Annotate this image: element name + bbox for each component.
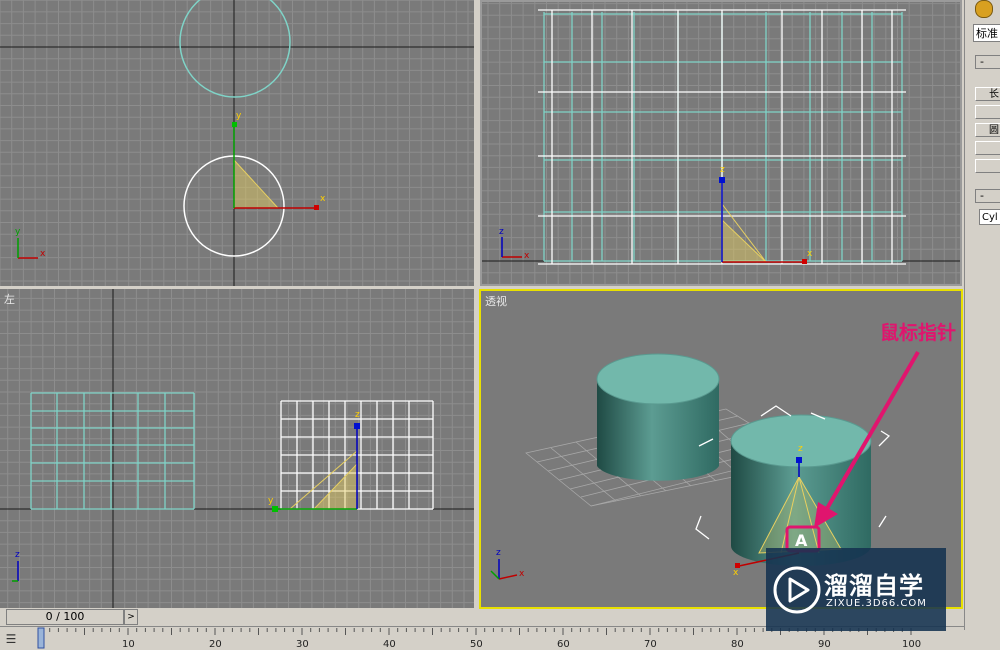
- trackbar-tick-label: 30: [296, 639, 309, 650]
- annotation-label: 鼠标指针: [880, 322, 957, 344]
- command-panel: 标准 - 长 圆 - Cyl: [964, 0, 1000, 630]
- watermark-title: 溜溜自学: [824, 572, 924, 600]
- object-type-dropdown[interactable]: 标准: [973, 24, 1000, 42]
- time-slider[interactable]: 0 / 100 >: [0, 608, 138, 626]
- primitive-button-5[interactable]: [975, 159, 1000, 173]
- sphere-icon[interactable]: [975, 0, 993, 18]
- watermark-logo-icon: [773, 566, 821, 614]
- time-slider-value[interactable]: 0 / 100: [6, 609, 124, 625]
- object-name-field[interactable]: Cyl: [979, 209, 1000, 225]
- trackbar-tick-label: 90: [818, 639, 831, 650]
- time-marker: [37, 627, 45, 649]
- primitive-button-4[interactable]: [975, 141, 1000, 155]
- rollout-toggle-name-color[interactable]: -: [975, 189, 1000, 203]
- trackbar-tick-label: 50: [470, 639, 483, 650]
- primitive-button-3[interactable]: 圆: [975, 123, 1000, 137]
- watermark: 溜溜自学 ZIXUE.3D66.COM: [766, 548, 946, 631]
- trackbar-tick-label: 100: [902, 639, 921, 650]
- primitive-button-2[interactable]: [975, 105, 1000, 119]
- time-slider-next-button[interactable]: >: [124, 609, 138, 625]
- trackbar-tick-label: 80: [731, 639, 744, 650]
- rollout-toggle-object-type[interactable]: -: [975, 55, 1000, 69]
- primitive-button-1[interactable]: 长: [975, 87, 1000, 101]
- trackbar-tick-label: 60: [557, 639, 570, 650]
- trackbar-tick-label: 10: [122, 639, 135, 650]
- trackbar-tick-label: 40: [383, 639, 396, 650]
- watermark-url: ZIXUE.3D66.COM: [826, 598, 927, 609]
- trackbar-tick-label: 70: [644, 639, 657, 650]
- trackbar-tick-label: 20: [209, 639, 222, 650]
